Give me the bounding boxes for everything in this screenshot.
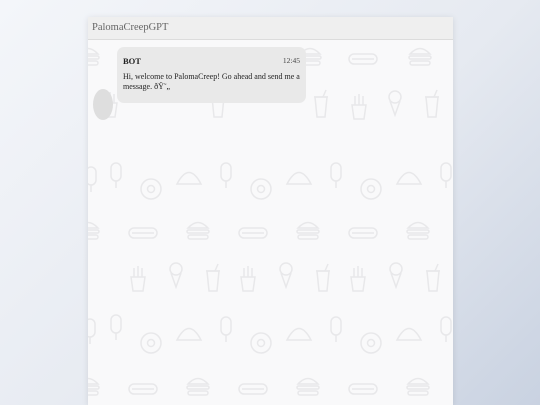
message-sender: BOT: [123, 56, 141, 66]
bot-avatar: [93, 89, 113, 120]
window-title: PalomaCreepGPT: [88, 17, 453, 40]
message-bubble: BOT 12:45 Hi, welcome to PalomaCreep! Go…: [117, 47, 306, 103]
message-text: Hi, welcome to PalomaCreep! Go ahead and…: [123, 72, 300, 91]
message-time: 12:45: [282, 56, 300, 65]
chat-window: PalomaCreepGPT BOT 12:45 Hi, welcome to …: [88, 17, 453, 405]
